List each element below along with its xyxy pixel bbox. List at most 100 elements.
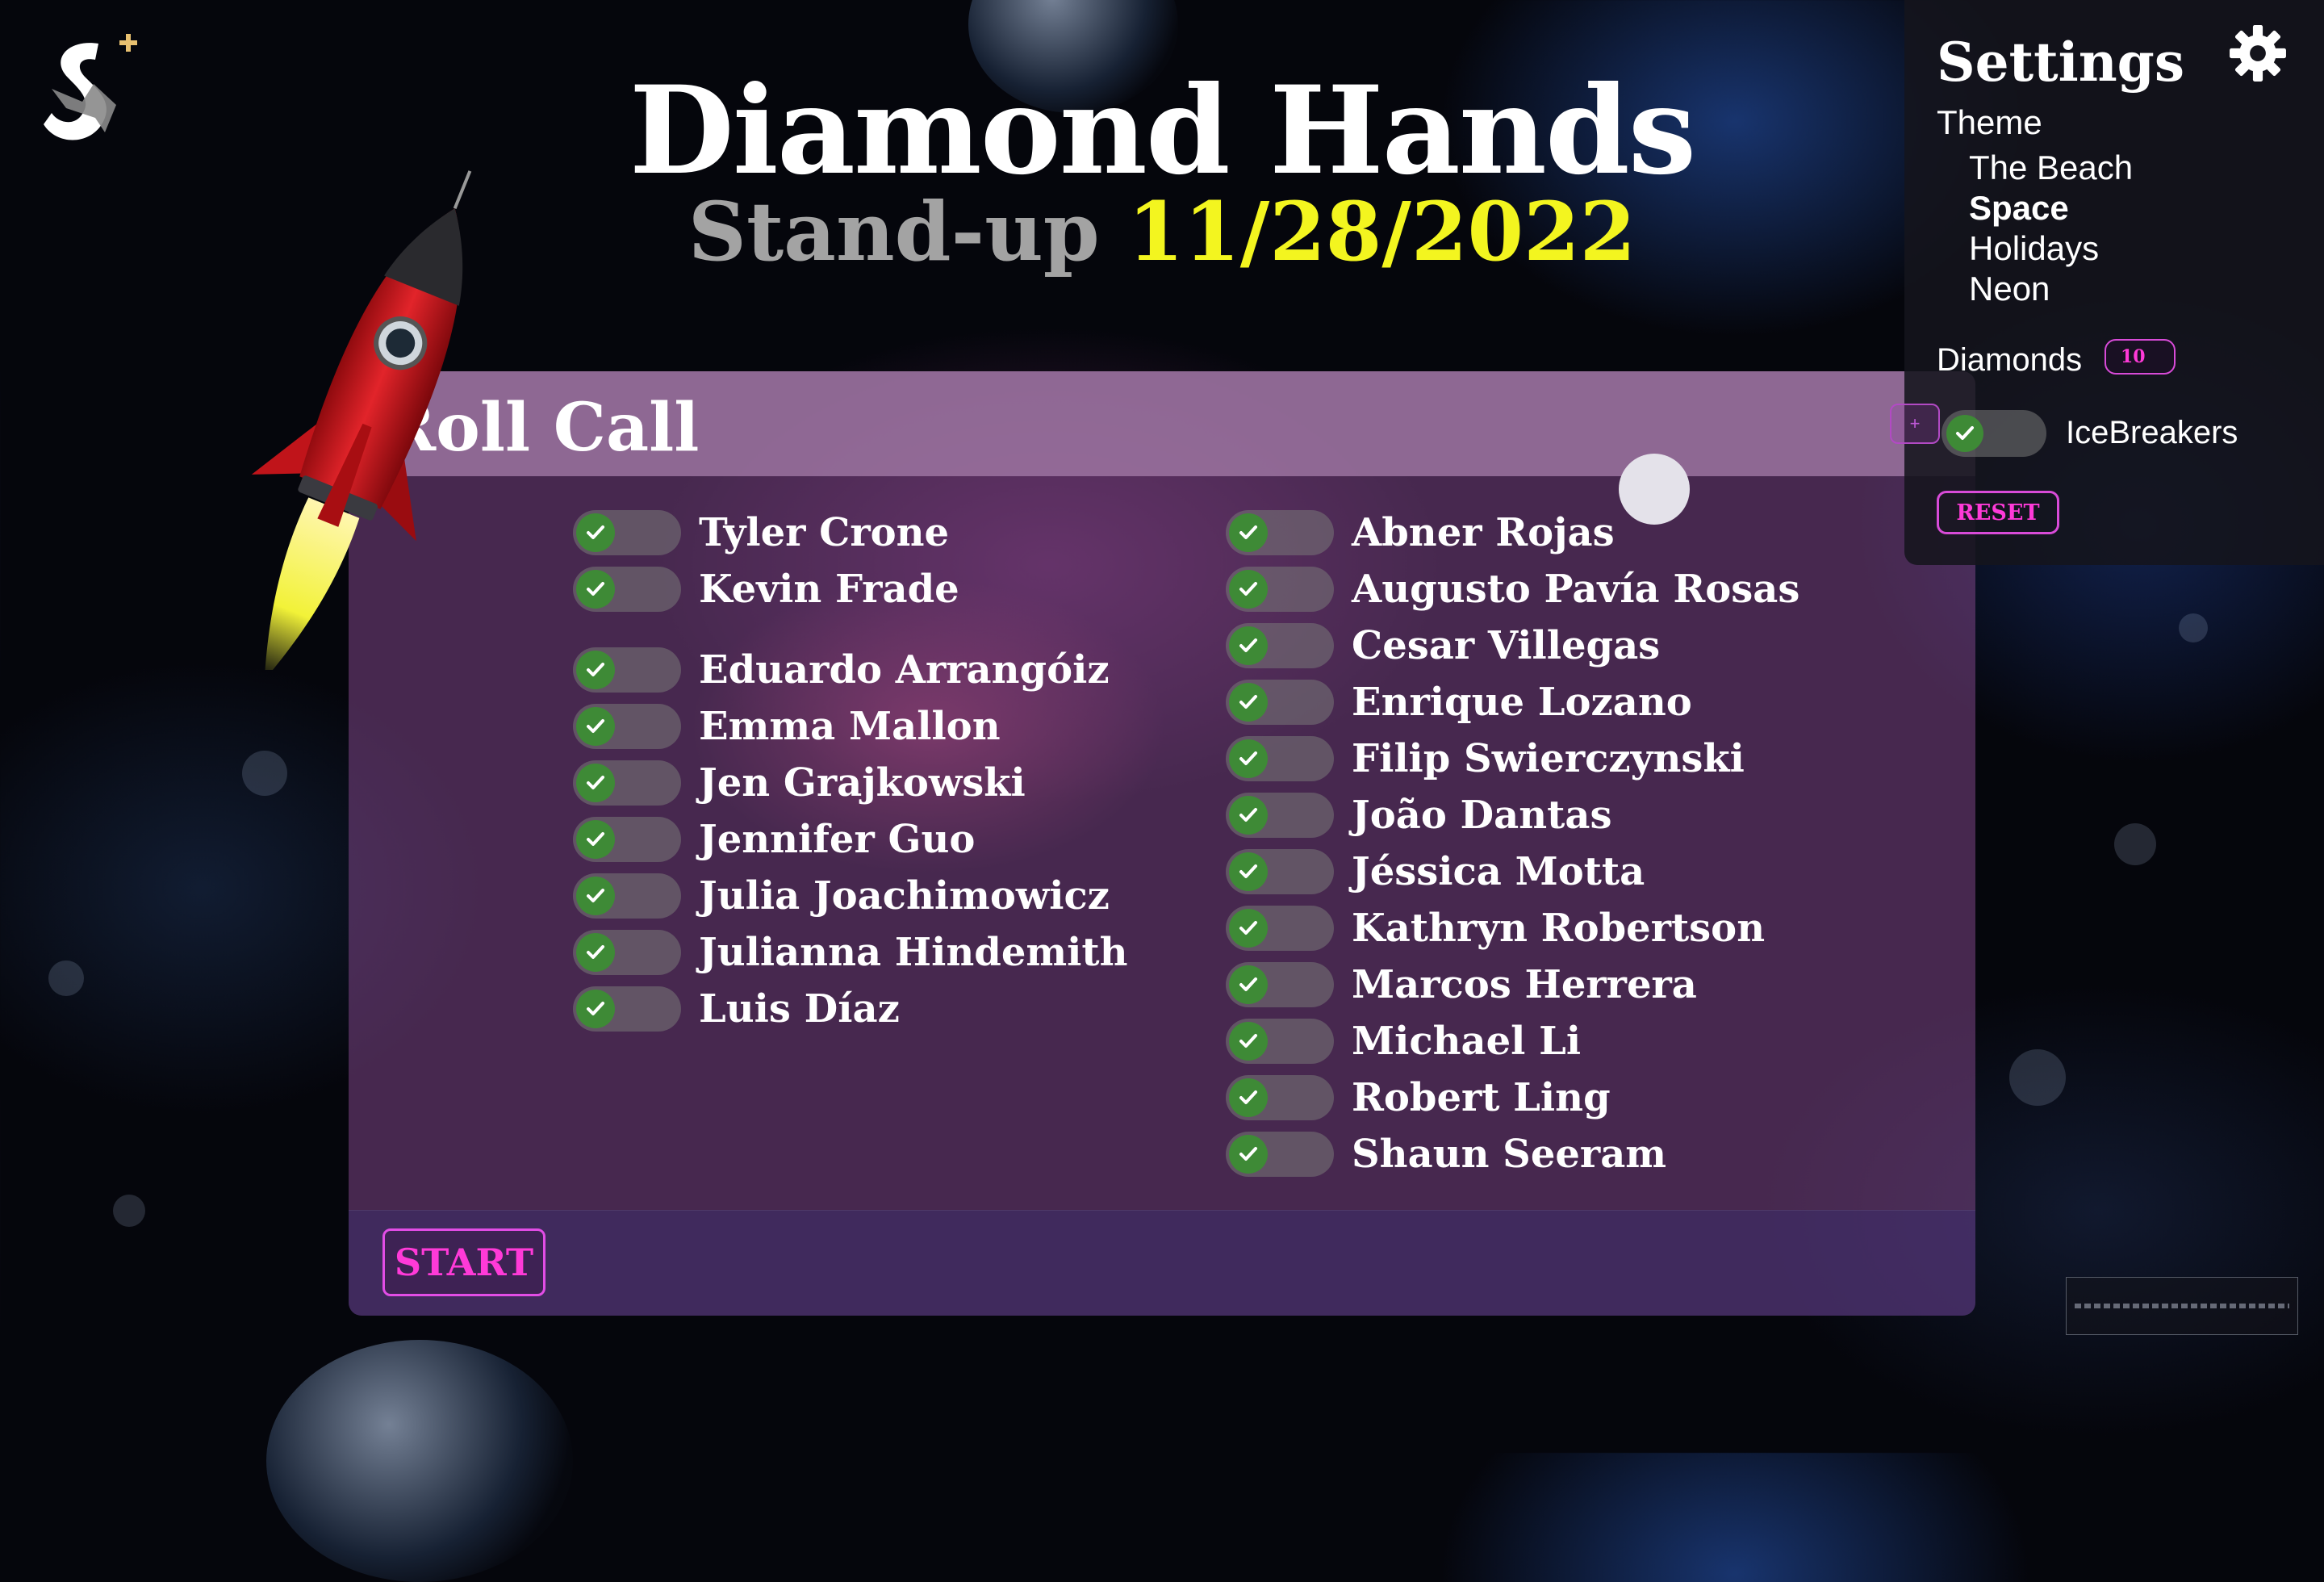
check-icon (1239, 808, 1257, 822)
theme-option-neon[interactable]: Neon (1969, 270, 2050, 308)
rocket-image (251, 170, 472, 670)
roll-call-header: Roll Call (349, 371, 1975, 476)
attendance-toggle[interactable] (1226, 1132, 1334, 1177)
member-row[interactable]: Luis Díaz (573, 985, 900, 1033)
attendance-toggle[interactable] (1226, 680, 1334, 725)
toggle-knob (576, 820, 615, 859)
attendance-toggle[interactable] (573, 567, 681, 612)
check-icon (587, 582, 604, 596)
check-icon (1239, 921, 1257, 935)
diamonds-input[interactable] (2105, 339, 2176, 375)
member-row[interactable]: Eduardo Arrangóiz (573, 646, 1110, 694)
attendance-toggle[interactable] (573, 760, 681, 806)
member-name: Tyler Crone (699, 510, 950, 555)
attendance-toggle[interactable] (1226, 510, 1334, 555)
member-row[interactable]: Jen Grajkowski (573, 759, 1026, 807)
toggle-knob (576, 933, 615, 972)
check-icon (587, 719, 604, 733)
theme-option-space[interactable]: Space (1969, 189, 2069, 228)
attendance-toggle[interactable] (573, 704, 681, 749)
member-name: Augusto Pavía Rosas (1352, 567, 1800, 612)
member-row[interactable]: Marcos Herrera (1226, 960, 1697, 1009)
attendance-toggle[interactable] (1226, 567, 1334, 612)
check-icon (1239, 695, 1257, 709)
attendance-toggle[interactable] (573, 930, 681, 975)
check-icon (587, 832, 604, 846)
member-row[interactable]: João Dantas (1226, 791, 1611, 839)
check-icon (1239, 525, 1257, 539)
check-icon (587, 525, 604, 539)
toggle-knob (1229, 852, 1268, 891)
member-name: Emma Mallon (699, 704, 1001, 749)
member-row[interactable]: Abner Rojas (1226, 508, 1615, 557)
toggle-knob (576, 570, 615, 609)
toggle-knob (576, 651, 615, 689)
member-name: Jennifer Guo (699, 817, 976, 862)
attendance-toggle[interactable] (1226, 906, 1334, 951)
check-icon (1239, 1034, 1257, 1048)
member-row[interactable]: Enrique Lozano (1226, 678, 1692, 726)
member-name: Robert Ling (1352, 1075, 1611, 1120)
attendance-toggle[interactable] (1226, 849, 1334, 894)
toggle-knob (1229, 965, 1268, 1004)
toggle-knob (1946, 415, 1983, 452)
toggle-knob (1229, 1022, 1268, 1061)
attendance-toggle[interactable] (1226, 623, 1334, 668)
member-name: Cesar Villegas (1352, 623, 1661, 668)
toggle-knob (1229, 1135, 1268, 1174)
bokeh-light (2009, 1049, 2066, 1106)
reset-button[interactable]: RESET (1937, 491, 2059, 534)
member-row[interactable]: Emma Mallon (573, 702, 1001, 751)
start-button[interactable]: START (382, 1228, 545, 1296)
toggle-knob (576, 707, 615, 746)
attendance-toggle[interactable] (573, 647, 681, 693)
attendance-toggle[interactable] (573, 873, 681, 919)
member-name: Filip Swierczynski (1352, 736, 1745, 781)
attendance-toggle[interactable] (1226, 1075, 1334, 1120)
member-row[interactable]: Robert Ling (1226, 1074, 1611, 1122)
check-icon (1239, 1090, 1257, 1104)
attendance-toggle[interactable] (1226, 1019, 1334, 1064)
theme-option-the-beach[interactable]: The Beach (1969, 149, 2133, 187)
member-row[interactable]: Shaun Seeram (1226, 1130, 1666, 1178)
theme-option-holidays[interactable]: Holidays (1969, 229, 2099, 268)
member-name: Julianna Hindemith (699, 930, 1128, 975)
member-row[interactable]: Cesar Villegas (1226, 622, 1660, 670)
member-name: Shaun Seeram (1352, 1132, 1667, 1177)
member-row[interactable]: Jéssica Motta (1226, 848, 1645, 896)
attendance-toggle[interactable] (573, 510, 681, 555)
toggle-knob (576, 513, 615, 552)
member-row[interactable]: Julia Joachimowicz (573, 872, 1110, 920)
member-row[interactable]: Kevin Frade (573, 565, 959, 613)
drag-handle[interactable] (1619, 454, 1690, 525)
subtitle-label: Stand-up (688, 184, 1100, 279)
member-row[interactable]: Jennifer Guo (573, 815, 975, 864)
member-name: Kevin Frade (699, 567, 959, 612)
gear-icon[interactable] (2227, 23, 2288, 84)
mini-preview-box (2066, 1277, 2298, 1335)
attendance-toggle[interactable] (1226, 736, 1334, 781)
member-row[interactable]: Kathryn Robertson (1226, 904, 1765, 952)
mini-preview-line (2075, 1304, 2289, 1308)
toggle-knob (1229, 1078, 1268, 1117)
attendance-toggle[interactable] (573, 986, 681, 1032)
attendance-toggle[interactable] (573, 817, 681, 862)
member-row[interactable]: Tyler Crone (573, 508, 949, 557)
toggle-knob (576, 764, 615, 802)
member-row[interactable]: Michael Li (1226, 1017, 1581, 1065)
bokeh-light (2179, 613, 2208, 642)
toggle-knob (576, 990, 615, 1028)
add-member-button[interactable]: + (1890, 404, 1940, 444)
bokeh-light (242, 751, 287, 796)
attendance-toggle[interactable] (1226, 793, 1334, 838)
check-icon (587, 1002, 604, 1015)
member-row[interactable]: Julianna Hindemith (573, 928, 1127, 977)
check-icon (587, 776, 604, 789)
attendance-toggle[interactable] (1226, 962, 1334, 1007)
icebreakers-toggle[interactable] (1942, 410, 2046, 457)
diamonds-label: Diamonds (1937, 342, 2083, 378)
member-row[interactable]: Augusto Pavía Rosas (1226, 565, 1799, 613)
toggle-knob (1229, 683, 1268, 722)
member-row[interactable]: Filip Swierczynski (1226, 734, 1745, 783)
member-name: Marcos Herrera (1352, 962, 1697, 1007)
